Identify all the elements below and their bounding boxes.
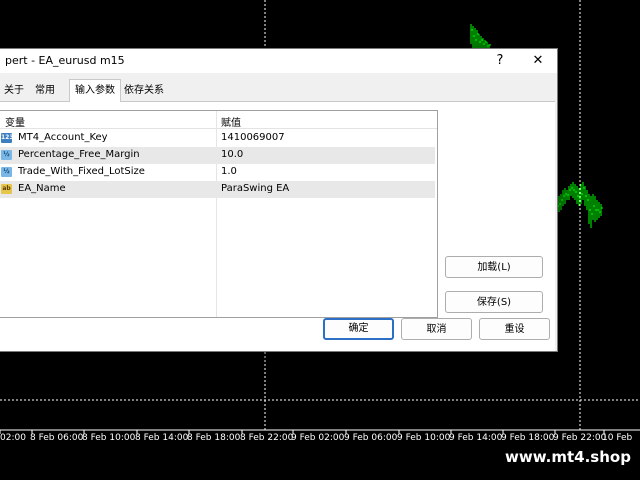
inputs-grid: 变量 赋值 123 MT4_Account_Key 1410069007 ½ P… (0, 110, 438, 318)
grid-header: 变量 赋值 (0, 111, 437, 129)
help-button[interactable]: ? (489, 51, 511, 71)
cancel-button[interactable]: 取消 (401, 318, 472, 340)
x-axis-label: 9 Feb 10:00 (397, 433, 451, 443)
x-axis-label: 8 Feb 18:00 (187, 433, 241, 443)
variable-name: EA_Name (18, 183, 66, 194)
watermark: www.mt4.shop (496, 444, 640, 470)
reset-button[interactable]: 重设 (479, 318, 550, 340)
x-axis-label: 8 Feb 10:00 (82, 433, 136, 443)
x-axis-label: 9 Feb 02:00 (291, 433, 345, 443)
variable-name: Percentage_Free_Margin (18, 149, 140, 160)
integer-type-icon: 123 (1, 133, 14, 143)
x-axis-label: 8 Feb 06:00 (30, 433, 84, 443)
table-row[interactable]: ab EA_Name ParaSwing EA (0, 181, 435, 198)
ok-button[interactable]: 确定 (323, 318, 394, 340)
variable-value[interactable]: 1410069007 (221, 132, 285, 143)
inputs-panel: 变量 赋值 123 MT4_Account_Key 1410069007 ½ P… (0, 101, 555, 351)
x-axis-label: 9 Feb 06:00 (344, 433, 398, 443)
variable-value[interactable]: 10.0 (221, 149, 243, 160)
variable-name: Trade_With_Fixed_LotSize (18, 166, 145, 177)
variable-value[interactable]: ParaSwing EA (221, 183, 289, 194)
close-button[interactable]: ✕ (527, 51, 549, 71)
table-row[interactable]: 123 MT4_Account_Key 1410069007 (0, 130, 435, 147)
save-button[interactable]: 保存(S) (445, 291, 543, 313)
expert-properties-dialog: pert - EA_eurusd m15 ? ✕ 关于 常用 输入参数 依存关系… (0, 48, 558, 352)
x-axis-label: 9 Feb 14:00 (449, 433, 503, 443)
tab-about[interactable]: 关于 (0, 81, 29, 101)
dialog-title: pert - EA_eurusd m15 (5, 54, 125, 67)
tab-inputs[interactable]: 输入参数 (69, 79, 121, 102)
load-button[interactable]: 加载(L) (445, 256, 543, 278)
x-axis-label: 02:00 (0, 433, 26, 443)
x-axis-label: 8 Feb 14:00 (135, 433, 189, 443)
tab-dependencies[interactable]: 依存关系 (119, 81, 169, 101)
x-axis-label: 9 Feb 18:00 (501, 433, 555, 443)
x-axis-label: 10 Feb (602, 433, 633, 443)
double-type-icon: ½ (1, 150, 12, 160)
variable-name: MT4_Account_Key (18, 132, 108, 143)
candles-top (470, 24, 491, 50)
table-row[interactable]: ½ Percentage_Free_Margin 10.0 (0, 147, 435, 164)
x-axis-label: 8 Feb 22:00 (240, 433, 294, 443)
header-variable[interactable]: 变量 (5, 114, 25, 129)
string-type-icon: ab (1, 184, 12, 194)
tab-common[interactable]: 常用 (30, 81, 60, 101)
table-row[interactable]: ½ Trade_With_Fixed_LotSize 1.0 (0, 164, 435, 181)
dialog-titlebar[interactable]: pert - EA_eurusd m15 ? ✕ (0, 49, 557, 73)
x-axis-label: 9 Feb 22:00 (553, 433, 607, 443)
header-value[interactable]: 赋值 (221, 114, 241, 129)
tab-bar: 关于 常用 输入参数 依存关系 (0, 79, 557, 102)
double-type-icon: ½ (1, 167, 12, 177)
variable-value[interactable]: 1.0 (221, 166, 237, 177)
